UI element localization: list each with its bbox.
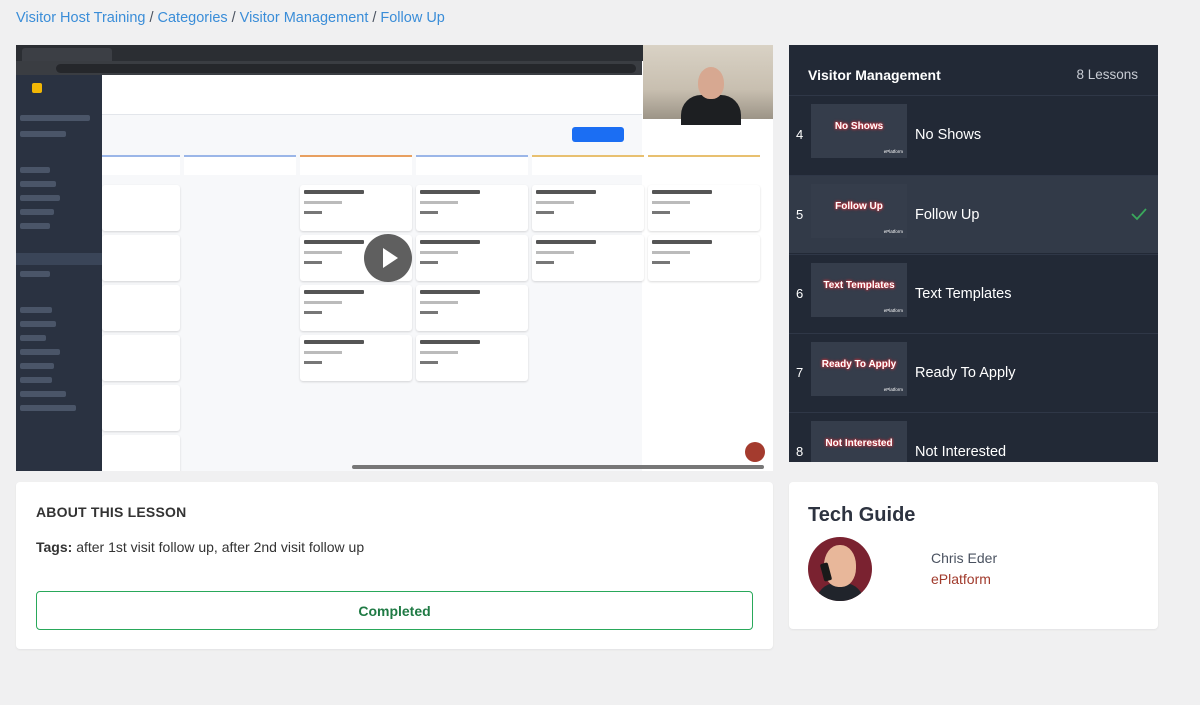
lesson-title: Not Interested [915, 444, 1007, 460]
avatar [808, 537, 872, 601]
lessons-title: Visitor Management [808, 67, 941, 83]
breadcrumb-separator: / [149, 10, 154, 26]
lesson-title: Ready To Apply [915, 365, 1016, 381]
breadcrumb-separator: / [372, 10, 377, 26]
lesson-number: 8 [796, 444, 804, 459]
lesson-thumbnail: Ready To Apply ePlatform [811, 342, 907, 396]
lesson-thumbnail: Text Templates ePlatform [811, 263, 907, 317]
guide-name: Chris Eder [931, 550, 998, 566]
video-frame-url-bar [16, 61, 642, 75]
lesson-number: 5 [796, 207, 804, 222]
lessons-panel: Visitor Management 8 Lessons 4 No Shows … [789, 45, 1158, 462]
lesson-number: 6 [796, 286, 804, 301]
lesson-title: No Shows [915, 127, 982, 143]
chat-icon [745, 442, 765, 462]
lesson-thumbnail: No Shows ePlatform [811, 104, 907, 158]
video-frame-sidebar [16, 75, 102, 471]
video-frame-logo [32, 83, 92, 97]
breadcrumb-link-categories[interactable]: Categories [158, 10, 228, 26]
breadcrumb-current-follow-up[interactable]: Follow Up [380, 10, 444, 26]
lesson-item-follow-up[interactable]: 5 Follow Up ePlatform Follow Up [789, 175, 1158, 253]
guide-company[interactable]: ePlatform [931, 571, 991, 587]
lesson-tags: Tags: after 1st visit follow up, after 2… [36, 539, 364, 555]
lesson-title: Text Templates [915, 286, 1012, 302]
about-lesson-card: ABOUT THIS LESSON Tags: after 1st visit … [16, 482, 773, 649]
lesson-title: Follow Up [915, 207, 980, 223]
lesson-item-not-interested[interactable]: 8 Not Interested ePlatform Not Intereste… [789, 412, 1158, 462]
lesson-item-no-shows[interactable]: 4 No Shows ePlatform No Shows [789, 95, 1158, 173]
breadcrumb-separator: / [231, 10, 236, 26]
breadcrumb-link-visitor-host-training[interactable]: Visitor Host Training [16, 10, 145, 26]
check-icon [1131, 208, 1147, 221]
tech-guide-card: Tech Guide Chris Eder ePlatform [789, 482, 1158, 629]
tags-label: Tags: [36, 539, 73, 555]
play-icon[interactable] [364, 234, 412, 282]
completed-button[interactable]: Completed [36, 591, 753, 630]
lesson-item-ready-to-apply[interactable]: 7 Ready To Apply ePlatform Ready To Appl… [789, 333, 1158, 411]
lesson-number: 4 [796, 127, 804, 142]
breadcrumb: Visitor Host Training / Categories / Visitor… [16, 10, 445, 26]
lesson-number: 7 [796, 365, 804, 380]
tech-guide-title: Tech Guide [808, 504, 916, 526]
lesson-thumbnail: Follow Up ePlatform [811, 184, 907, 238]
about-lesson-title: ABOUT THIS LESSON [36, 504, 187, 520]
lesson-item-text-templates[interactable]: 6 Text Templates ePlatform Text Template… [789, 254, 1158, 332]
lesson-thumbnail: Not Interested ePlatform [811, 421, 907, 462]
breadcrumb-link-visitor-management[interactable]: Visitor Management [240, 10, 369, 26]
tags-value: after 1st visit follow up, after 2nd vis… [76, 539, 365, 555]
video-frame-scrollbar [352, 465, 764, 469]
video-player[interactable] [16, 45, 773, 471]
presenter-webcam [643, 45, 773, 125]
lessons-count: 8 Lessons [1076, 67, 1138, 82]
